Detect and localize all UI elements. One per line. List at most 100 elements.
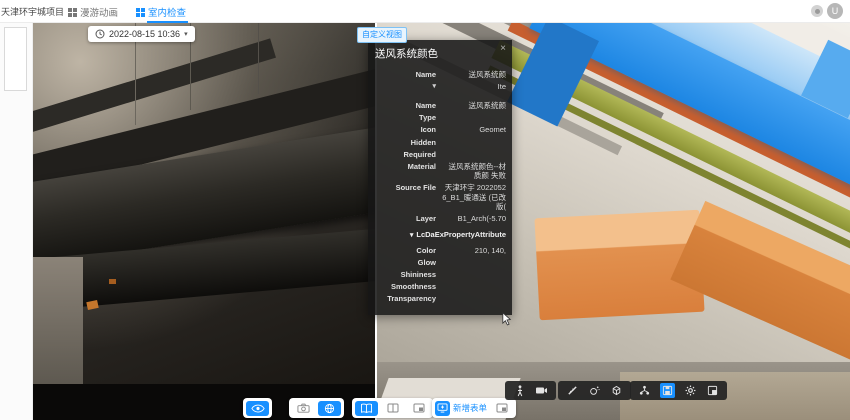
property-row: Type bbox=[374, 113, 506, 122]
property-row: Color 210, 140, bbox=[374, 246, 506, 255]
property-value: Geomet bbox=[442, 125, 506, 134]
photo-hanger-rod bbox=[258, 22, 259, 94]
property-row: Required bbox=[374, 150, 506, 159]
property-label: Glow bbox=[376, 258, 436, 267]
grid-icon bbox=[136, 8, 145, 17]
caret-down-icon: ▾ bbox=[410, 232, 414, 239]
property-label: Name bbox=[376, 70, 436, 79]
tab-indoor-inspection[interactable]: 室内检查 bbox=[136, 5, 186, 19]
property-value bbox=[442, 258, 506, 267]
bim-inspection-app: 天津环宇城项目 ▾ 漫游动画 室内检查 U bbox=[0, 0, 850, 420]
visibility-toolbar bbox=[243, 398, 272, 418]
fullscreen-icon[interactable] bbox=[706, 384, 719, 397]
caret-down-icon: ▾ bbox=[184, 30, 188, 38]
property-label: Transparency bbox=[376, 294, 436, 303]
bim-data-icon[interactable] bbox=[660, 383, 675, 398]
caret-down-icon[interactable]: ▾ bbox=[376, 82, 436, 91]
custom-view-button[interactable]: 自定义视图 bbox=[357, 27, 407, 43]
gyroscope-icon[interactable] bbox=[318, 401, 341, 416]
model-tool-group bbox=[630, 381, 727, 400]
clock-icon bbox=[95, 29, 105, 39]
property-label: Required bbox=[376, 150, 436, 159]
new-form-button[interactable]: 新增表单 bbox=[435, 401, 487, 416]
frame-icon[interactable] bbox=[407, 401, 430, 416]
tab-label: 漫游动画 bbox=[80, 5, 118, 19]
capture-date-selector[interactable]: 2022-08-15 10:36 ▾ bbox=[88, 26, 195, 42]
edit-tool-group bbox=[558, 381, 631, 400]
property-category-header[interactable]: ▾LcDaExPropertyAttribute bbox=[374, 230, 506, 241]
panorama-viewport[interactable] bbox=[32, 22, 375, 420]
property-label: Hidden bbox=[376, 138, 436, 147]
photo-orange-marker bbox=[86, 300, 98, 310]
property-value bbox=[442, 150, 506, 159]
panel-title: 送风系统颜色 bbox=[375, 46, 506, 61]
property-row: Source File 天津环宇 20220526_B1_暖通送 (已改版( bbox=[374, 183, 506, 211]
user-avatar[interactable]: U bbox=[827, 3, 843, 19]
layout-toolbar bbox=[352, 398, 433, 418]
category-label: LcDaExPropertyAttribute bbox=[416, 230, 506, 239]
walk-icon[interactable] bbox=[513, 384, 526, 397]
split-view-icon[interactable] bbox=[355, 401, 378, 416]
mouse-cursor-icon bbox=[502, 312, 512, 327]
capture-timestamp: 2022-08-15 10:36 bbox=[109, 29, 180, 39]
model-tree-icon[interactable] bbox=[638, 384, 651, 397]
columns-icon[interactable] bbox=[381, 401, 404, 416]
property-label: Material bbox=[376, 162, 436, 181]
property-value: 送风系统颜 bbox=[442, 101, 506, 110]
form-toolbar: 新增表单 bbox=[432, 398, 516, 418]
property-value: 天津环宇 20220526_B1_暖通送 (已改版( bbox=[442, 183, 506, 211]
property-expander-row: ▾ Ite bbox=[374, 82, 506, 91]
property-label: Layer bbox=[376, 214, 436, 223]
property-label: Color bbox=[376, 246, 436, 255]
property-row: Material 送风系统颜色--材质颜 失败 bbox=[374, 162, 506, 181]
photo-orange-marker bbox=[109, 279, 116, 284]
camera-icon[interactable] bbox=[292, 401, 315, 416]
property-value: 送风系统颜 bbox=[442, 70, 506, 79]
tab-label: 室内检查 bbox=[148, 5, 186, 19]
property-label: Icon bbox=[376, 125, 436, 134]
property-row: Name 送风系统颜 bbox=[374, 101, 506, 110]
measure-icon[interactable] bbox=[566, 384, 579, 397]
navigation-tool-group bbox=[505, 381, 556, 400]
grid-icon bbox=[68, 8, 77, 17]
property-row: Smoothness bbox=[374, 282, 506, 291]
property-label: Type bbox=[376, 113, 436, 122]
tab-roam-animation[interactable]: 漫游动画 bbox=[68, 5, 118, 19]
property-label: Shininess bbox=[376, 270, 436, 279]
monitor-plus-icon bbox=[435, 401, 450, 416]
property-value bbox=[442, 282, 506, 291]
property-label: Name bbox=[376, 101, 436, 110]
paint-icon[interactable] bbox=[588, 384, 601, 397]
sync-toolbar bbox=[289, 398, 344, 418]
property-row: Glow bbox=[374, 258, 506, 267]
property-label: Smoothness bbox=[376, 282, 436, 291]
frame-icon[interactable] bbox=[490, 401, 513, 416]
property-value: Ite bbox=[442, 82, 506, 91]
property-value: 210, 140, bbox=[442, 246, 506, 255]
gear-icon[interactable] bbox=[684, 384, 697, 397]
property-value bbox=[442, 113, 506, 122]
property-value bbox=[442, 138, 506, 147]
project-selector[interactable]: 天津环宇城项目 ▾ bbox=[1, 5, 63, 18]
property-row: Icon Geomet bbox=[374, 125, 506, 134]
property-row: Shininess bbox=[374, 270, 506, 279]
property-row: Layer B1_Arch(-5.70 bbox=[374, 214, 506, 223]
top-bar: 天津环宇城项目 ▾ 漫游动画 室内检查 U bbox=[0, 0, 850, 23]
property-row: Hidden bbox=[374, 138, 506, 147]
notification-icon[interactable] bbox=[811, 5, 823, 17]
video-icon[interactable] bbox=[535, 384, 548, 397]
eye-icon[interactable] bbox=[246, 401, 269, 416]
orbit-cube-icon[interactable] bbox=[610, 384, 623, 397]
property-value: 送风系统颜色--材质颜 失败 bbox=[442, 162, 506, 181]
scene-thumbnail-placeholder[interactable] bbox=[4, 27, 27, 91]
property-value: B1_Arch(-5.70 bbox=[442, 214, 506, 223]
left-scene-strip bbox=[0, 22, 33, 420]
property-panel: × 送风系统颜色 Name 送风系统颜 ▾ Ite Name 送风系统颜 Typ… bbox=[368, 40, 512, 315]
property-row: Transparency bbox=[374, 294, 506, 303]
property-row: Name 送风系统颜 bbox=[374, 70, 506, 79]
property-value bbox=[442, 294, 506, 303]
property-value bbox=[442, 270, 506, 279]
close-icon[interactable]: × bbox=[500, 44, 506, 54]
property-label: Source File bbox=[376, 183, 436, 211]
project-name: 天津环宇城项目 bbox=[1, 5, 63, 18]
